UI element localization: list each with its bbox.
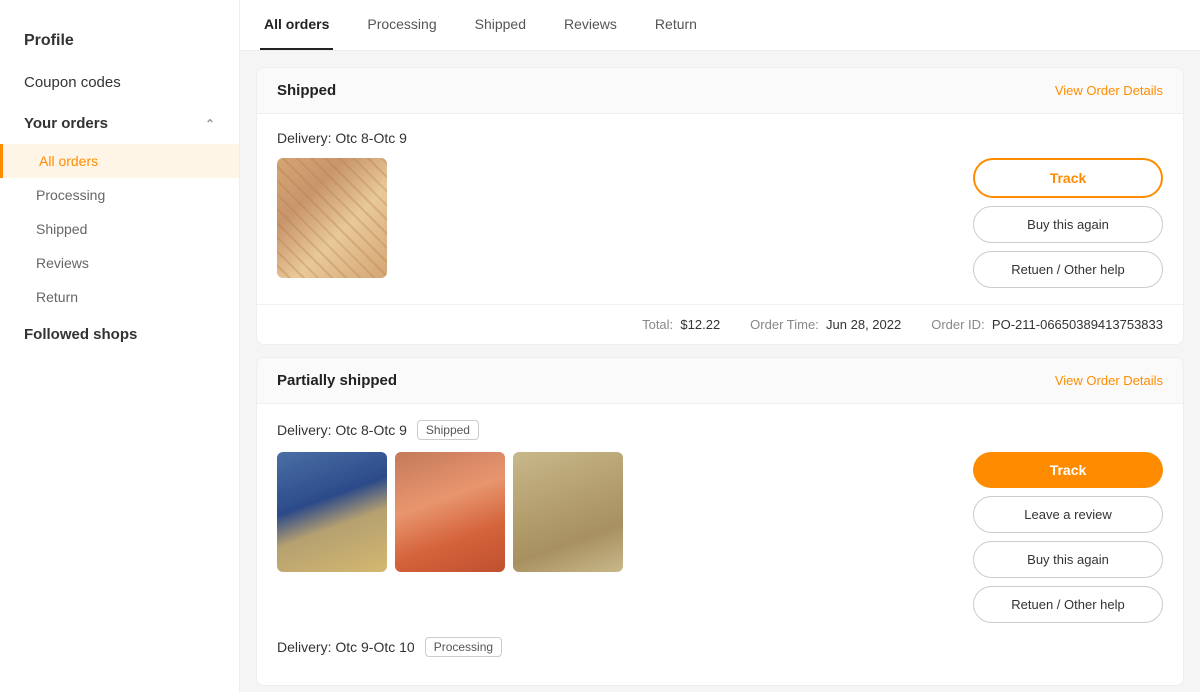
order-header-1: Shipped View Order Details (257, 68, 1183, 114)
track-button-2[interactable]: Track (973, 452, 1163, 488)
tabs-bar: All orders Processing Shipped Reviews Re… (240, 0, 1200, 51)
sidebar-sub-item-processing[interactable]: Processing (0, 178, 239, 212)
delivery-row-2: Delivery: Otc 8-Otc 9 Shipped (277, 420, 1163, 440)
product-images-2 (277, 452, 623, 572)
product-image-cardigan (277, 158, 387, 278)
buy-again-button-1[interactable]: Buy this again (973, 206, 1163, 243)
delivery-text-2: Delivery: Otc 8-Otc 9 (277, 422, 407, 438)
delivery-text-1: Delivery: Otc 8-Otc 9 (277, 130, 407, 146)
leave-review-button[interactable]: Leave a review (973, 496, 1163, 533)
delivery-row-3: Delivery: Otc 9-Otc 10 Processing (277, 637, 1163, 657)
tab-processing[interactable]: Processing (363, 0, 440, 50)
order-time-1: Order Time: Jun 28, 2022 (750, 317, 901, 332)
delivery-text-3: Delivery: Otc 9-Otc 10 (277, 639, 415, 655)
order-status-shipped: Shipped (277, 82, 336, 99)
order-card-partial: Partially shipped View Order Details Del… (256, 357, 1184, 686)
sidebar-sub-item-reviews[interactable]: Reviews (0, 246, 239, 280)
orders-container: Shipped View Order Details Delivery: Otc… (240, 51, 1200, 692)
sidebar: Profile Coupon codes Your orders ⌃ All o… (0, 0, 240, 692)
sidebar-sub-item-all-orders[interactable]: All orders (0, 144, 239, 178)
order-content-row-2: Track Leave a review Buy this again Retu… (277, 452, 1163, 623)
order-body-2: Delivery: Otc 8-Otc 9 Shipped Track Leav… (257, 404, 1183, 685)
order-card-shipped: Shipped View Order Details Delivery: Otc… (256, 67, 1184, 345)
view-order-details-1[interactable]: View Order Details (1055, 83, 1163, 98)
sidebar-item-followed-shops[interactable]: Followed shops (0, 314, 239, 355)
sidebar-sub-item-return[interactable]: Return (0, 280, 239, 314)
order-header-2: Partially shipped View Order Details (257, 358, 1183, 404)
order-body-1: Delivery: Otc 8-Otc 9 Track Buy this aga… (257, 114, 1183, 304)
chevron-up-icon: ⌃ (205, 117, 215, 131)
order-content-row-1: Track Buy this again Retuen / Other help (277, 158, 1163, 288)
track-button-1[interactable]: Track (973, 158, 1163, 198)
tab-return[interactable]: Return (651, 0, 701, 50)
product-image-dress (395, 452, 505, 572)
product-image-jacket (277, 452, 387, 572)
other-help-button-1[interactable]: Retuen / Other help (973, 251, 1163, 288)
status-badge-processing: Processing (425, 637, 502, 657)
order-actions-1: Track Buy this again Retuen / Other help (973, 158, 1163, 288)
order-footer-1: Total: $12.22 Order Time: Jun 28, 2022 O… (257, 304, 1183, 344)
tab-reviews[interactable]: Reviews (560, 0, 621, 50)
tab-all-orders[interactable]: All orders (260, 0, 333, 50)
page-wrapper: Profile Coupon codes Your orders ⌃ All o… (0, 0, 1200, 692)
order-status-partial: Partially shipped (277, 372, 397, 389)
other-help-button-2[interactable]: Retuen / Other help (973, 586, 1163, 623)
buy-again-button-2[interactable]: Buy this again (973, 541, 1163, 578)
sidebar-item-coupons[interactable]: Coupon codes (0, 62, 239, 103)
main-content: All orders Processing Shipped Reviews Re… (240, 0, 1200, 692)
product-images-1 (277, 158, 387, 278)
product-image-tank (513, 452, 623, 572)
order-id-1: Order ID: PO-211-06650389413753833 (931, 317, 1163, 332)
delivery-row-1: Delivery: Otc 8-Otc 9 (277, 130, 1163, 146)
order-actions-2: Track Leave a review Buy this again Retu… (973, 452, 1163, 623)
view-order-details-2[interactable]: View Order Details (1055, 373, 1163, 388)
total-label-1: Total: $12.22 (642, 317, 720, 332)
status-badge-shipped: Shipped (417, 420, 479, 440)
sidebar-item-profile[interactable]: Profile (0, 20, 239, 62)
sidebar-sub-item-shipped[interactable]: Shipped (0, 212, 239, 246)
sidebar-item-your-orders[interactable]: Your orders ⌃ (0, 103, 239, 144)
tab-shipped[interactable]: Shipped (471, 0, 530, 50)
